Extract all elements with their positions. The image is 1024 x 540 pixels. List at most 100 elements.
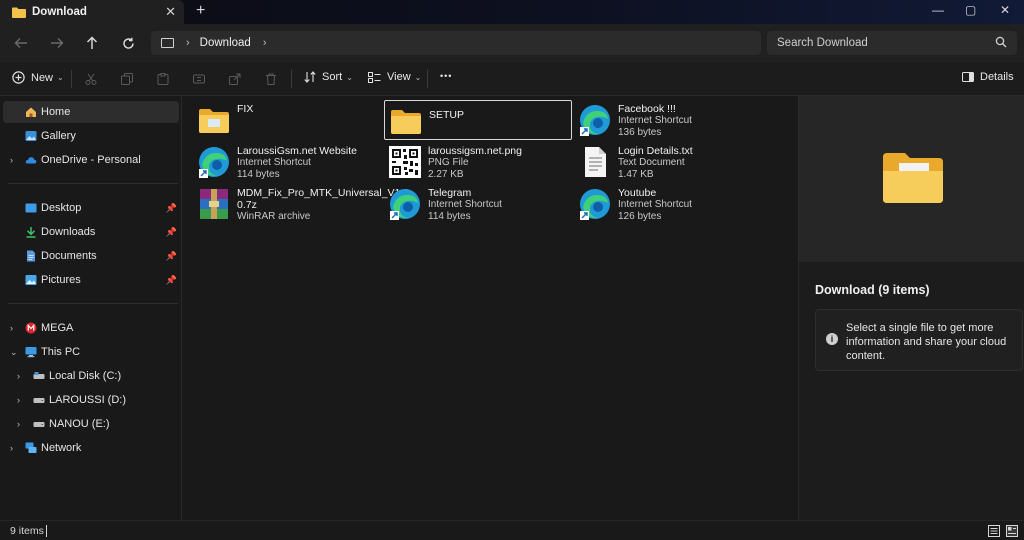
sidebar-item-downloads[interactable]: Downloads 📌 — [3, 221, 179, 243]
cut-icon[interactable] — [85, 73, 97, 85]
home-icon — [26, 107, 36, 117]
sidebar-item-laroussi-d[interactable]: › LAROUSSI (D:) — [3, 389, 179, 411]
sidebar-item-label: Home — [41, 106, 71, 118]
network-icon — [25, 442, 37, 453]
file-item-login-details[interactable]: Login Details.txt Text Document 1.47 KB — [574, 142, 762, 182]
file-size: 114 bytes — [237, 169, 280, 180]
file-item-fix[interactable]: FIX — [193, 100, 381, 140]
file-name-continued: 0.7z — [237, 199, 257, 211]
forward-button[interactable] — [47, 33, 67, 53]
drive-icon — [33, 422, 45, 427]
file-name: Youtube — [618, 187, 657, 199]
mega-icon — [25, 322, 37, 334]
file-item-telegram[interactable]: Telegram Internet Shortcut 114 bytes — [384, 184, 572, 224]
tab-download[interactable]: Download ✕ — [0, 0, 184, 24]
file-item-laroussigsm-png[interactable]: laroussigsm.net.png PNG File 2.27 KB — [384, 142, 572, 182]
back-button[interactable] — [11, 33, 31, 53]
tiles-view-icon[interactable] — [1006, 525, 1018, 537]
plus-circle-icon — [12, 71, 25, 84]
new-button[interactable]: New ⌄ — [12, 71, 64, 84]
sidebar-item-label: Documents — [41, 250, 97, 262]
sidebar-item-label: OneDrive - Personal — [41, 154, 141, 166]
folder-icon — [883, 153, 943, 203]
chevron-right-icon[interactable]: › — [186, 37, 190, 49]
address-row: › Download › Search Download — [0, 24, 1024, 62]
file-item-youtube[interactable]: Youtube Internet Shortcut 126 bytes — [574, 184, 762, 224]
drive-icon — [33, 372, 45, 379]
chevron-right-icon[interactable]: › — [10, 323, 13, 333]
file-item-setup[interactable]: SETUP — [384, 100, 572, 140]
file-type: Internet Shortcut — [428, 199, 502, 210]
details-info-text: Select a single file to get more informa… — [846, 322, 1007, 362]
close-tab-icon[interactable]: ✕ — [165, 4, 176, 20]
chevron-right-icon[interactable]: › — [10, 443, 13, 453]
sidebar-item-documents[interactable]: Documents 📌 — [3, 245, 179, 267]
file-name: Facebook !!! — [618, 103, 676, 115]
file-name: LaroussiGsm.net Website — [237, 145, 358, 157]
search-input[interactable]: Search Download — [767, 31, 1017, 55]
chevron-right-icon[interactable]: › — [17, 419, 20, 429]
share-icon[interactable] — [229, 73, 241, 85]
up-button[interactable] — [82, 33, 102, 53]
command-bar: New ⌄ Sort ⌄ View ⌄ ••• Details — [0, 62, 1024, 96]
file-item-laroussigsm-website[interactable]: LaroussiGsm.net Website Internet Shortcu… — [193, 142, 381, 182]
winrar-icon — [200, 189, 228, 219]
file-size: 136 bytes — [618, 127, 662, 138]
chevron-right-icon[interactable]: › — [10, 155, 13, 165]
chevron-right-icon[interactable]: › — [17, 371, 20, 381]
file-name: Telegram — [428, 187, 472, 199]
sidebar-item-onedrive[interactable]: › OneDrive - Personal — [3, 149, 179, 171]
file-size: 1.47 KB — [618, 169, 654, 180]
file-name: SETUP — [429, 109, 465, 121]
chevron-right-icon[interactable]: › — [17, 395, 20, 405]
drive-icon — [33, 398, 45, 403]
file-item-mdm-archive[interactable]: MDM_Fix_Pro_MTK_Universal_V1.0. 0.7z Win… — [193, 184, 412, 224]
pin-icon[interactable]: 📌 — [166, 251, 177, 262]
file-size: 2.27 KB — [428, 169, 464, 180]
search-icon — [995, 36, 1007, 48]
refresh-icon — [122, 37, 134, 49]
minimize-button[interactable]: — — [932, 3, 944, 17]
sort-button[interactable]: Sort ⌄ — [304, 71, 353, 83]
tab-title: Download — [32, 6, 87, 18]
pin-icon[interactable]: 📌 — [166, 275, 177, 286]
sidebar-item-desktop[interactable]: Desktop 📌 — [3, 197, 179, 219]
sidebar-item-nanou-e[interactable]: › NANOU (E:) — [3, 413, 179, 435]
sidebar-item-mega[interactable]: › MEGA — [3, 317, 179, 339]
sidebar-item-home[interactable]: Home — [3, 101, 179, 123]
more-options-button[interactable]: ••• — [440, 71, 452, 81]
gallery-icon — [25, 131, 37, 141]
sidebar-item-network[interactable]: › Network — [3, 437, 179, 459]
pin-icon[interactable]: 📌 — [166, 203, 177, 214]
paste-icon[interactable] — [157, 73, 169, 85]
sidebar-item-local-disk-c[interactable]: › Local Disk (C:) — [3, 365, 179, 387]
breadcrumb-download[interactable]: Download — [200, 37, 251, 49]
refresh-button[interactable] — [118, 33, 138, 53]
sidebar-divider — [8, 183, 178, 184]
divider — [291, 70, 292, 88]
file-item-facebook[interactable]: Facebook !!! Internet Shortcut 136 bytes — [574, 100, 762, 140]
status-bar: 9 items — [0, 520, 1024, 540]
chevron-right-icon[interactable]: › — [263, 37, 267, 49]
sidebar-item-pictures[interactable]: Pictures 📌 — [3, 269, 179, 291]
sidebar-item-gallery[interactable]: Gallery — [3, 125, 179, 147]
view-label: View — [387, 71, 411, 83]
rename-icon[interactable] — [193, 73, 205, 85]
close-window-button[interactable]: ✕ — [1000, 3, 1010, 17]
divider — [427, 70, 428, 88]
chevron-down-icon[interactable]: ⌄ — [10, 347, 18, 358]
new-tab-button[interactable]: + — [196, 2, 205, 20]
details-view-icon[interactable] — [988, 525, 1000, 537]
download-icon — [26, 227, 36, 238]
sidebar-item-label: Desktop — [41, 202, 82, 214]
address-bar[interactable]: › Download › — [151, 31, 761, 55]
delete-icon[interactable] — [265, 73, 277, 85]
pin-icon[interactable]: 📌 — [166, 227, 177, 238]
item-count: 9 items — [10, 525, 44, 537]
chevron-down-icon: ⌄ — [414, 72, 422, 82]
view-button[interactable]: View ⌄ — [368, 71, 421, 83]
copy-icon[interactable] — [121, 73, 133, 85]
details-toggle-button[interactable]: Details — [962, 71, 1014, 83]
maximize-button[interactable]: ▢ — [965, 3, 976, 17]
sidebar-item-this-pc[interactable]: ⌄ This PC — [3, 341, 179, 363]
